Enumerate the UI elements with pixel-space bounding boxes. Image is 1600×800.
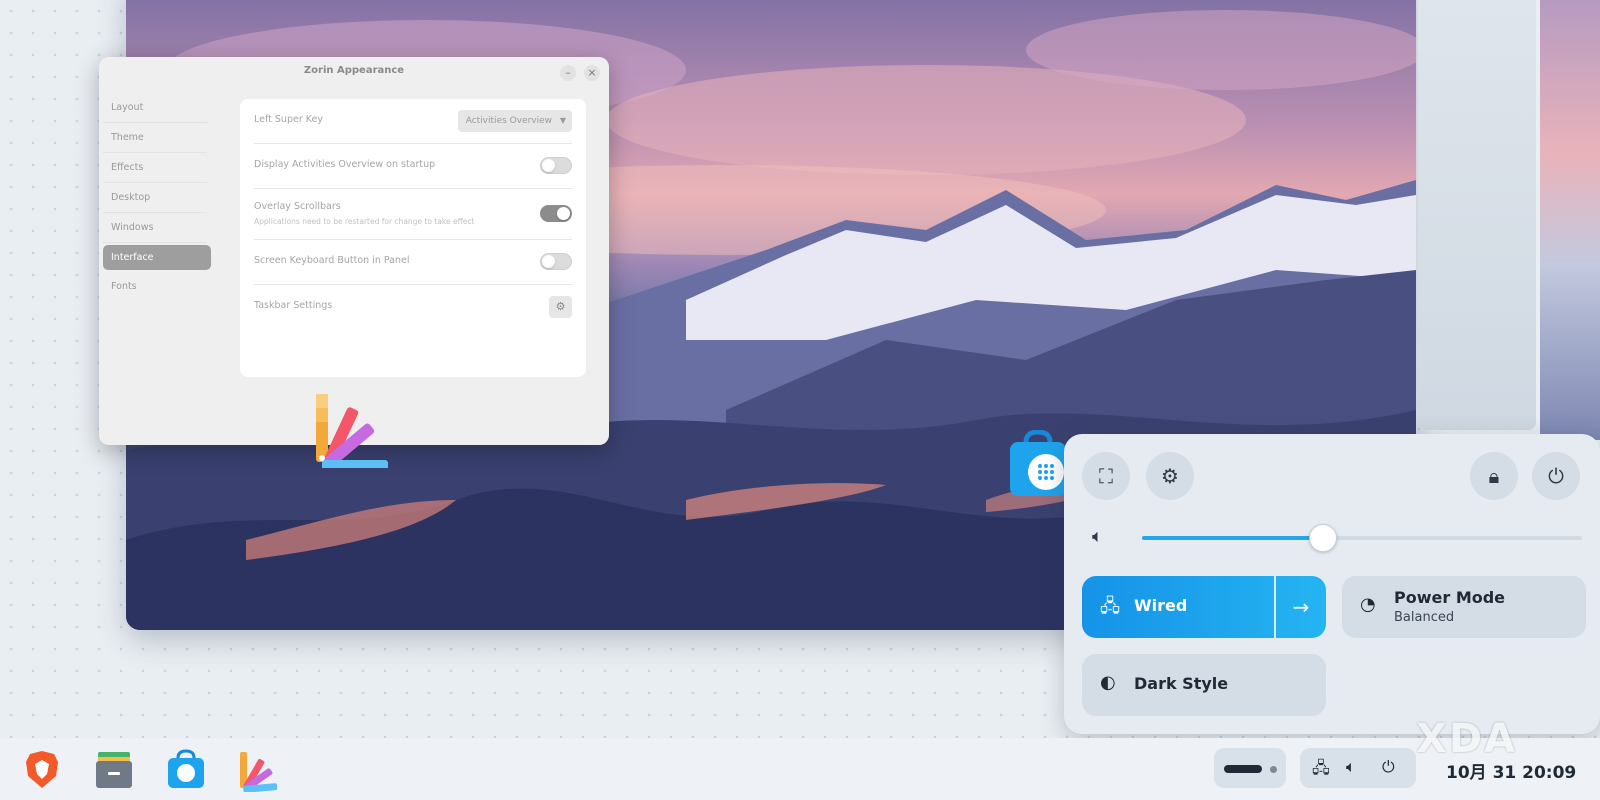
software-store-icon[interactable] [164, 748, 208, 792]
system-tray[interactable]: 🖧 🔈︎ ⏻ [1300, 748, 1416, 788]
overlay-scrollbars-row: Overlay Scrollbars Applications need to … [254, 189, 572, 240]
volume-icon: 🔈︎ [1092, 526, 1103, 547]
screen-keyboard-label: Screen Keyboard Button in Panel [254, 255, 410, 266]
sidebar-item-fonts[interactable]: Fonts [103, 272, 207, 301]
lock-icon: 🔒︎ [1488, 464, 1500, 488]
sidebar-item-layout[interactable]: Layout [103, 93, 207, 123]
sidebar-item-windows[interactable]: Windows [103, 213, 207, 243]
toggle-knob [557, 207, 570, 220]
overlay-scrollbars-note: Applications need to be restarted for ch… [254, 217, 475, 226]
volume-slider-handle[interactable] [1309, 524, 1338, 552]
power-icon: ⏻ [1382, 757, 1395, 776]
brave-icon[interactable] [20, 748, 64, 792]
activities-startup-label: Display Activities Overview on startup [254, 159, 436, 170]
gear-icon: ⚙ [555, 300, 566, 313]
power-icon: ⏻ [1548, 464, 1564, 488]
volume-slider-fill [1142, 536, 1323, 540]
power-mode-label: Power Mode [1394, 588, 1506, 607]
taskbar-settings-button[interactable]: ⚙ [549, 296, 572, 318]
close-button[interactable]: × [584, 65, 600, 81]
sidebar: Layout Theme Effects Desktop Windows Int… [103, 93, 211, 301]
xda-watermark: XDA [1416, 716, 1517, 762]
activities-startup-toggle[interactable] [540, 157, 572, 174]
ethernet-icon: 🖧 [1100, 596, 1121, 617]
workspace-indicator-active [1224, 765, 1262, 773]
desktop-window-edge [1418, 0, 1536, 430]
left-super-key-label: Left Super Key [254, 114, 323, 125]
screen-keyboard-toggle[interactable] [540, 253, 572, 270]
keyboard-layout-indicator[interactable] [1214, 748, 1286, 788]
taskbar: 🖧 🔈︎ ⏻ 10月 31 20:09 [0, 738, 1600, 800]
volume-icon: 🔈︎ [1346, 757, 1356, 776]
taskbar-settings-label: Taskbar Settings [254, 300, 333, 311]
settings-button[interactable]: ⚙ [1146, 452, 1194, 500]
window-title: Zorin Appearance [303, 65, 405, 76]
sidebar-item-effects[interactable]: Effects [103, 153, 207, 183]
arrow-right-icon: → [1292, 595, 1310, 619]
power-button[interactable]: ⏻ [1532, 452, 1580, 500]
wired-label: Wired [1134, 596, 1188, 615]
power-mode-value: Balanced [1394, 610, 1455, 625]
appearance-window: Zorin Appearance – × Layout Theme Effect… [99, 57, 609, 445]
software-store-icon [1010, 430, 1066, 496]
left-super-key-value: Activities Overview [465, 116, 552, 126]
sidebar-item-theme[interactable]: Theme [103, 123, 207, 153]
minimize-button[interactable]: – [560, 65, 576, 81]
files-icon[interactable] [92, 748, 136, 792]
wired-arrow-button[interactable]: → [1274, 576, 1326, 638]
overlay-scrollbars-label: Overlay Scrollbars [254, 201, 341, 212]
appearance-icon[interactable] [236, 748, 280, 792]
settings-panel: Left Super Key Activities Overview ▼ Dis… [240, 99, 586, 377]
taskbar-settings-row: Taskbar Settings ⚙ [254, 285, 572, 329]
screen-keyboard-row: Screen Keyboard Button in Panel [254, 240, 572, 285]
overlay-scrollbars-toggle[interactable] [540, 205, 572, 222]
volume-slider[interactable] [1142, 524, 1582, 552]
quick-settings-menu: ⛶ ⚙ 🔒︎ ⏻ 🔈︎ 🖧 Wired → ◔ Power Mode Balan… [1064, 434, 1600, 734]
workspace-indicator-dot [1270, 766, 1277, 773]
sidebar-item-desktop[interactable]: Desktop [103, 183, 207, 213]
sidebar-item-interface[interactable]: Interface [103, 245, 211, 270]
lock-button[interactable]: 🔒︎ [1470, 452, 1518, 500]
activities-startup-row: Display Activities Overview on startup [254, 144, 572, 189]
ethernet-icon: 🖧 [1312, 758, 1330, 777]
appearance-palette-icon [316, 394, 388, 468]
chevron-down-icon: ▼ [559, 116, 566, 125]
gauge-icon: ◔ [1360, 594, 1376, 615]
wallpaper-edge [1540, 0, 1600, 440]
toggle-knob [542, 255, 555, 268]
dark-style-toggle[interactable]: ◐ Dark Style [1082, 654, 1326, 716]
toggle-knob [542, 159, 555, 172]
dark-style-label: Dark Style [1134, 674, 1229, 693]
left-super-key-row: Left Super Key Activities Overview ▼ [254, 99, 572, 144]
power-mode-toggle[interactable]: ◔ Power Mode Balanced [1342, 576, 1586, 638]
left-super-key-dropdown[interactable]: Activities Overview ▼ [457, 110, 572, 132]
gear-icon: ⚙ [1161, 464, 1179, 488]
contrast-icon: ◐ [1100, 672, 1116, 693]
screenshot-button[interactable]: ⛶ [1082, 452, 1130, 500]
wired-toggle[interactable]: 🖧 Wired → [1082, 576, 1326, 638]
screenshot-icon: ⛶ [1099, 464, 1113, 488]
